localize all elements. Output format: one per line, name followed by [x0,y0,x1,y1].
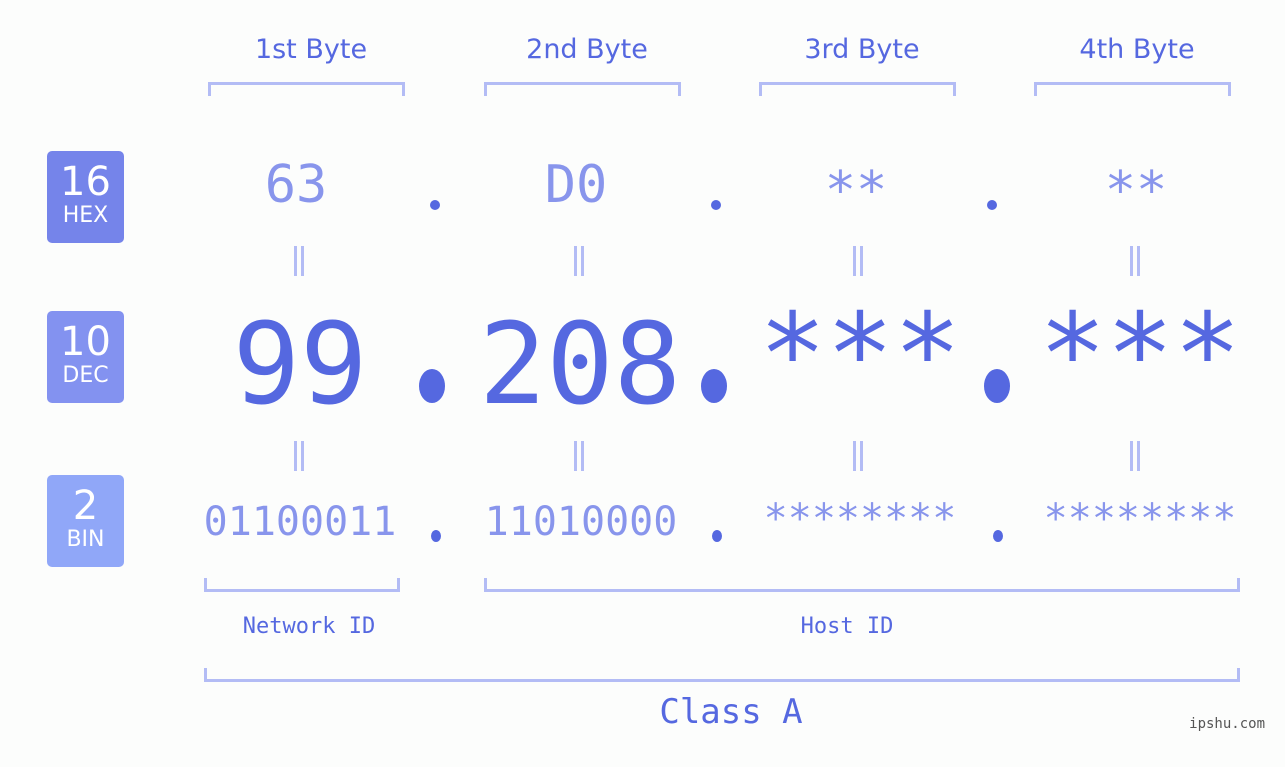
byte-bracket-1 [208,82,405,96]
hex-byte-4: ** [1104,161,1168,221]
bin-dot-1 [431,530,441,542]
dec-byte-2: 208 [478,300,682,430]
dec-byte-1: 99 [232,300,368,430]
dec-byte-3: *** [758,290,962,420]
network-id-bracket [204,578,400,592]
host-id-label: Host ID [800,614,894,639]
bin-byte-4: ******** [1043,496,1237,542]
equals-icon [851,246,865,276]
equals-icon [1128,441,1142,471]
bin-base: 2 [72,483,99,529]
byte-bracket-3 [759,82,956,96]
brand-watermark: ipshu.com [1189,716,1265,732]
hex-byte-2: D0 [544,155,608,215]
bin-dot-2 [712,530,722,542]
hex-label: HEX [62,203,109,228]
equals-icon [572,441,586,471]
byte-header-3: 3rd Byte [804,34,920,65]
bin-byte-3: ******** [763,496,957,542]
bin-byte-2: 11010000 [484,499,678,545]
hex-base: 16 [60,159,111,205]
byte-header-4: 4th Byte [1079,34,1195,65]
dec-byte-4: *** [1038,290,1242,420]
hex-dot-3 [987,200,997,210]
byte-header-2: 2nd Byte [526,34,648,65]
equals-icon [292,441,306,471]
dec-badge: 10 DEC [47,311,124,403]
hex-dot-2 [711,200,721,210]
equals-icon [572,246,586,276]
equals-icon [292,246,306,276]
byte-header-1: 1st Byte [254,34,368,65]
equals-icon [1128,246,1142,276]
network-id-label: Network ID [242,614,376,639]
bin-label: BIN [66,527,105,552]
dec-base: 10 [60,319,111,365]
host-id-bracket [484,578,1240,592]
byte-bracket-4 [1034,82,1231,96]
byte-bracket-2 [484,82,681,96]
equals-icon [851,441,865,471]
dec-label: DEC [62,363,109,388]
hex-byte-1: 63 [264,155,328,215]
hex-byte-3: ** [824,161,888,221]
class-label: Class A [659,692,803,732]
class-bracket [204,668,1240,682]
hex-badge: 16 HEX [47,151,124,243]
dec-dot-2 [701,369,727,403]
hex-dot-1 [430,200,440,210]
dec-dot-1 [419,369,445,403]
dec-dot-3 [984,369,1010,403]
bin-dot-3 [993,530,1003,542]
bin-badge: 2 BIN [47,475,124,567]
bin-byte-1: 01100011 [203,499,397,545]
